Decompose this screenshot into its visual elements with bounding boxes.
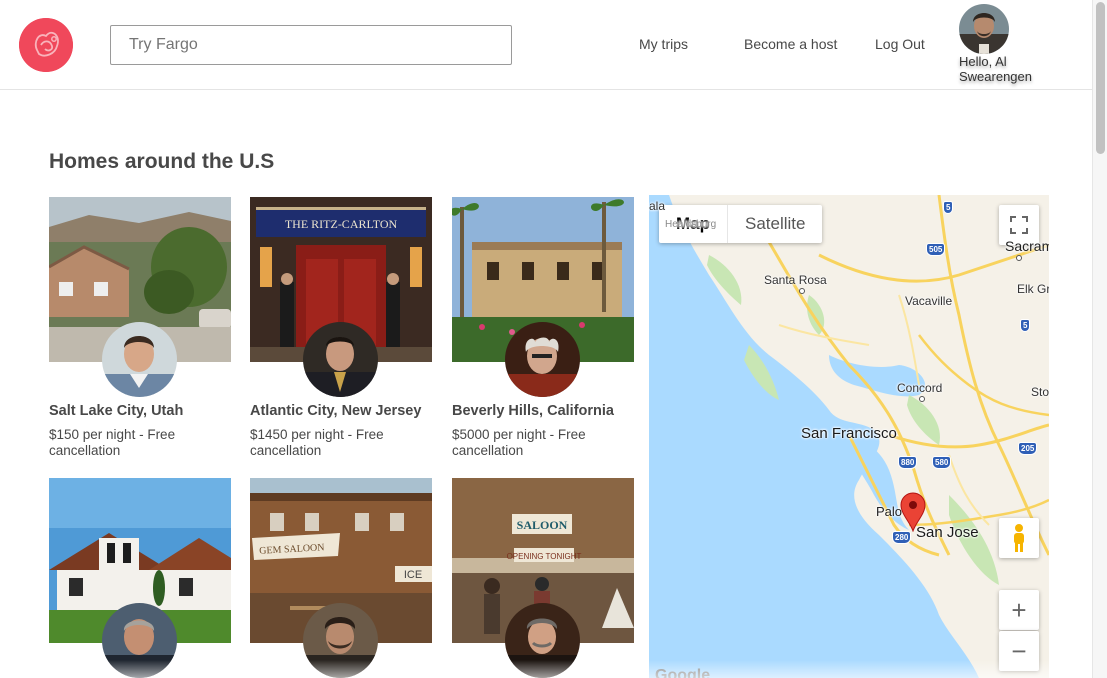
host-avatar[interactable] [303, 603, 378, 678]
host-avatar[interactable] [505, 322, 580, 397]
map-label-palo-alto: Palo [876, 504, 903, 519]
street-view-pegman-button[interactable] [999, 518, 1039, 558]
host-avatar[interactable] [102, 322, 177, 397]
listing-city[interactable]: Atlantic City, New Jersey [250, 403, 421, 419]
nav-become-host-link[interactable]: Become a host [744, 36, 837, 52]
highway-shield: 880 [898, 456, 918, 469]
listing-card[interactable]: THE RITZ-CARLTON Atlantic City, New Jers… [250, 197, 432, 462]
section-title: Homes around the U.S [49, 150, 275, 173]
map-label-santa-rosa: Santa Rosa [764, 273, 827, 287]
host-avatar[interactable] [303, 322, 378, 397]
user-greeting: Hello, Al Swearengen [959, 54, 1032, 84]
map-label: ala [649, 199, 666, 213]
map-label-sacramento: Sacramen [1005, 238, 1049, 254]
svg-text:OPENING TONIGHT: OPENING TONIGHT [507, 552, 582, 561]
city-dot [919, 396, 925, 402]
host-avatar[interactable] [102, 603, 177, 678]
listing-card[interactable]: SALOON OPENING TONIGHT [452, 478, 634, 678]
map-label-vacaville: Vacaville [905, 294, 953, 308]
nav-logout-link[interactable]: Log Out [875, 36, 925, 52]
city-dot [1016, 255, 1022, 261]
listing-price: $5000 per night - Free cancellation [452, 427, 586, 458]
highway-shield: 505 [926, 243, 946, 256]
map-label-stockton: Sto [1031, 385, 1049, 399]
map-label-elk-grove: Elk Gr [1017, 282, 1049, 296]
top-header: My trips Become a host Log Out Hello, Al… [0, 0, 1092, 90]
google-attribution: Google [655, 667, 711, 678]
location-marker-icon[interactable] [900, 492, 926, 537]
svg-text:SALOON: SALOON [517, 518, 568, 532]
highway-shield: 205 [1018, 442, 1038, 455]
map-type-satellite-button[interactable]: Satellite [728, 205, 822, 243]
svg-text:THE RITZ-CARLTON: THE RITZ-CARLTON [285, 217, 398, 231]
listing-city[interactable]: Salt Lake City, Utah [49, 403, 183, 419]
listing-price: $1450 per night - Free cancellation [250, 427, 384, 458]
highway-shield: 5 [943, 201, 954, 214]
listing-card[interactable]: GEM SALOON ICE [250, 478, 432, 678]
highway-shield: 580 [932, 456, 952, 469]
listing-city[interactable]: Beverly Hills, California [452, 403, 614, 419]
city-dot [799, 288, 805, 294]
nav-my-trips-link[interactable]: My trips [639, 36, 688, 52]
svg-text:ICE: ICE [404, 569, 422, 581]
scrollbar-thumb[interactable] [1096, 2, 1105, 154]
listing-price: $150 per night - Free cancellation [49, 427, 176, 458]
host-avatar[interactable] [505, 603, 580, 678]
map-label-san-francisco: San Francisco [801, 425, 897, 442]
listing-card[interactable]: Salt Lake City, Utah $150 per night - Fr… [49, 197, 231, 462]
google-map[interactable]: Map Satellite + − ala Healdsburg Santa R… [649, 195, 1049, 678]
page-scrollbar[interactable] [1092, 0, 1107, 678]
logo-icon[interactable] [19, 18, 73, 72]
map-label: Healdsburg [665, 219, 717, 230]
fullscreen-icon [1010, 216, 1028, 234]
listing-card[interactable] [49, 478, 231, 678]
pegman-icon [1014, 524, 1024, 552]
zoom-out-button[interactable]: − [999, 631, 1039, 671]
user-avatar[interactable] [959, 4, 1009, 54]
map-label-concord: Concord [897, 381, 943, 395]
search-input[interactable] [110, 25, 512, 65]
highway-shield: 5 [1020, 319, 1031, 332]
listing-card[interactable]: Beverly Hills, California $5000 per nigh… [452, 197, 634, 462]
zoom-in-button[interactable]: + [999, 590, 1039, 630]
